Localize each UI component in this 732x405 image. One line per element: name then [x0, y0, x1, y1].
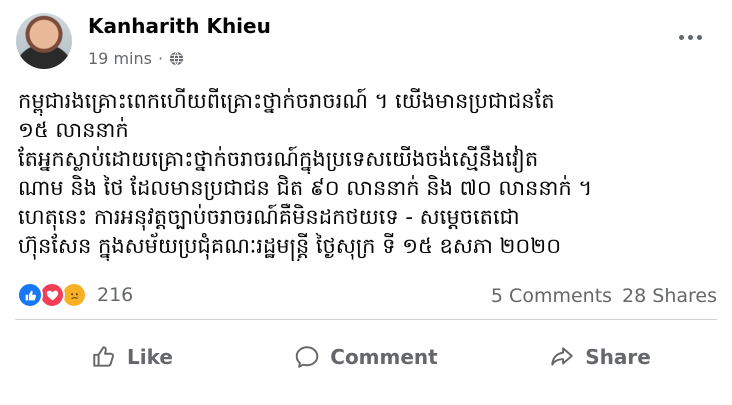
reaction-count: 216 [97, 284, 134, 306]
thumbs-up-icon [93, 346, 114, 367]
comment-button[interactable]: Comment [249, 320, 483, 394]
post-body-line: ១៥ លាននាក់ [18, 118, 129, 142]
more-horizontal-icon [678, 34, 684, 40]
like-reaction-icon [17, 282, 43, 308]
reactions-summary[interactable]: 216 [17, 282, 133, 308]
engagement-stats: 5 Comments 28 Shares [491, 285, 717, 307]
like-button[interactable]: Like [15, 320, 249, 394]
post-body-line: តែអ្នកស្លាប់ដោយគ្រោះថ្នាក់ចរាចរណ៍ក្នុងប្… [18, 147, 539, 171]
post-body: កម្ពុជារងគ្រោះពេកហើយពីគ្រោះថ្នាក់ចរាចរណ៍… [18, 87, 718, 261]
share-button[interactable]: Share [483, 320, 717, 394]
more-options-button[interactable] [675, 22, 705, 52]
comment-label: Comment [330, 345, 438, 369]
comments-count-link[interactable]: 5 Comments [491, 285, 612, 307]
comment-icon [295, 346, 319, 368]
post-actions-bar: Like Comment Share [15, 320, 717, 394]
share-icon [551, 347, 573, 366]
shares-count-link[interactable]: 28 Shares [622, 285, 717, 307]
author-avatar[interactable] [16, 13, 72, 69]
globe-icon [169, 51, 184, 66]
post-body-line: ណាម និង ថៃ ដែលមានប្រជាជន ជិត ៩០ លាននាក់ … [18, 176, 593, 200]
post-body-line: ហ៊ុនសែន ក្នុងសម័យប្រជុំគណៈរដ្ឋមន្ត្រី ថ្… [18, 234, 562, 258]
post-card: Kanharith Khieu 19 mins · កម្ពុជារងគ្រោះ… [0, 0, 732, 405]
post-meta: 19 mins · [88, 49, 184, 68]
share-label: Share [585, 345, 651, 369]
post-body-line: ហេតុនេះ ការអនុវត្តច្បាប់ចរាចរណ៍គឺមិនដកថយ… [18, 205, 520, 229]
author-name[interactable]: Kanharith Khieu [88, 14, 271, 38]
like-label: Like [127, 345, 173, 369]
post-body-line: កម្ពុជារងគ្រោះពេកហើយពីគ្រោះថ្នាក់ចរាចរណ៍… [18, 89, 555, 113]
post-timestamp[interactable]: 19 mins [88, 49, 152, 68]
